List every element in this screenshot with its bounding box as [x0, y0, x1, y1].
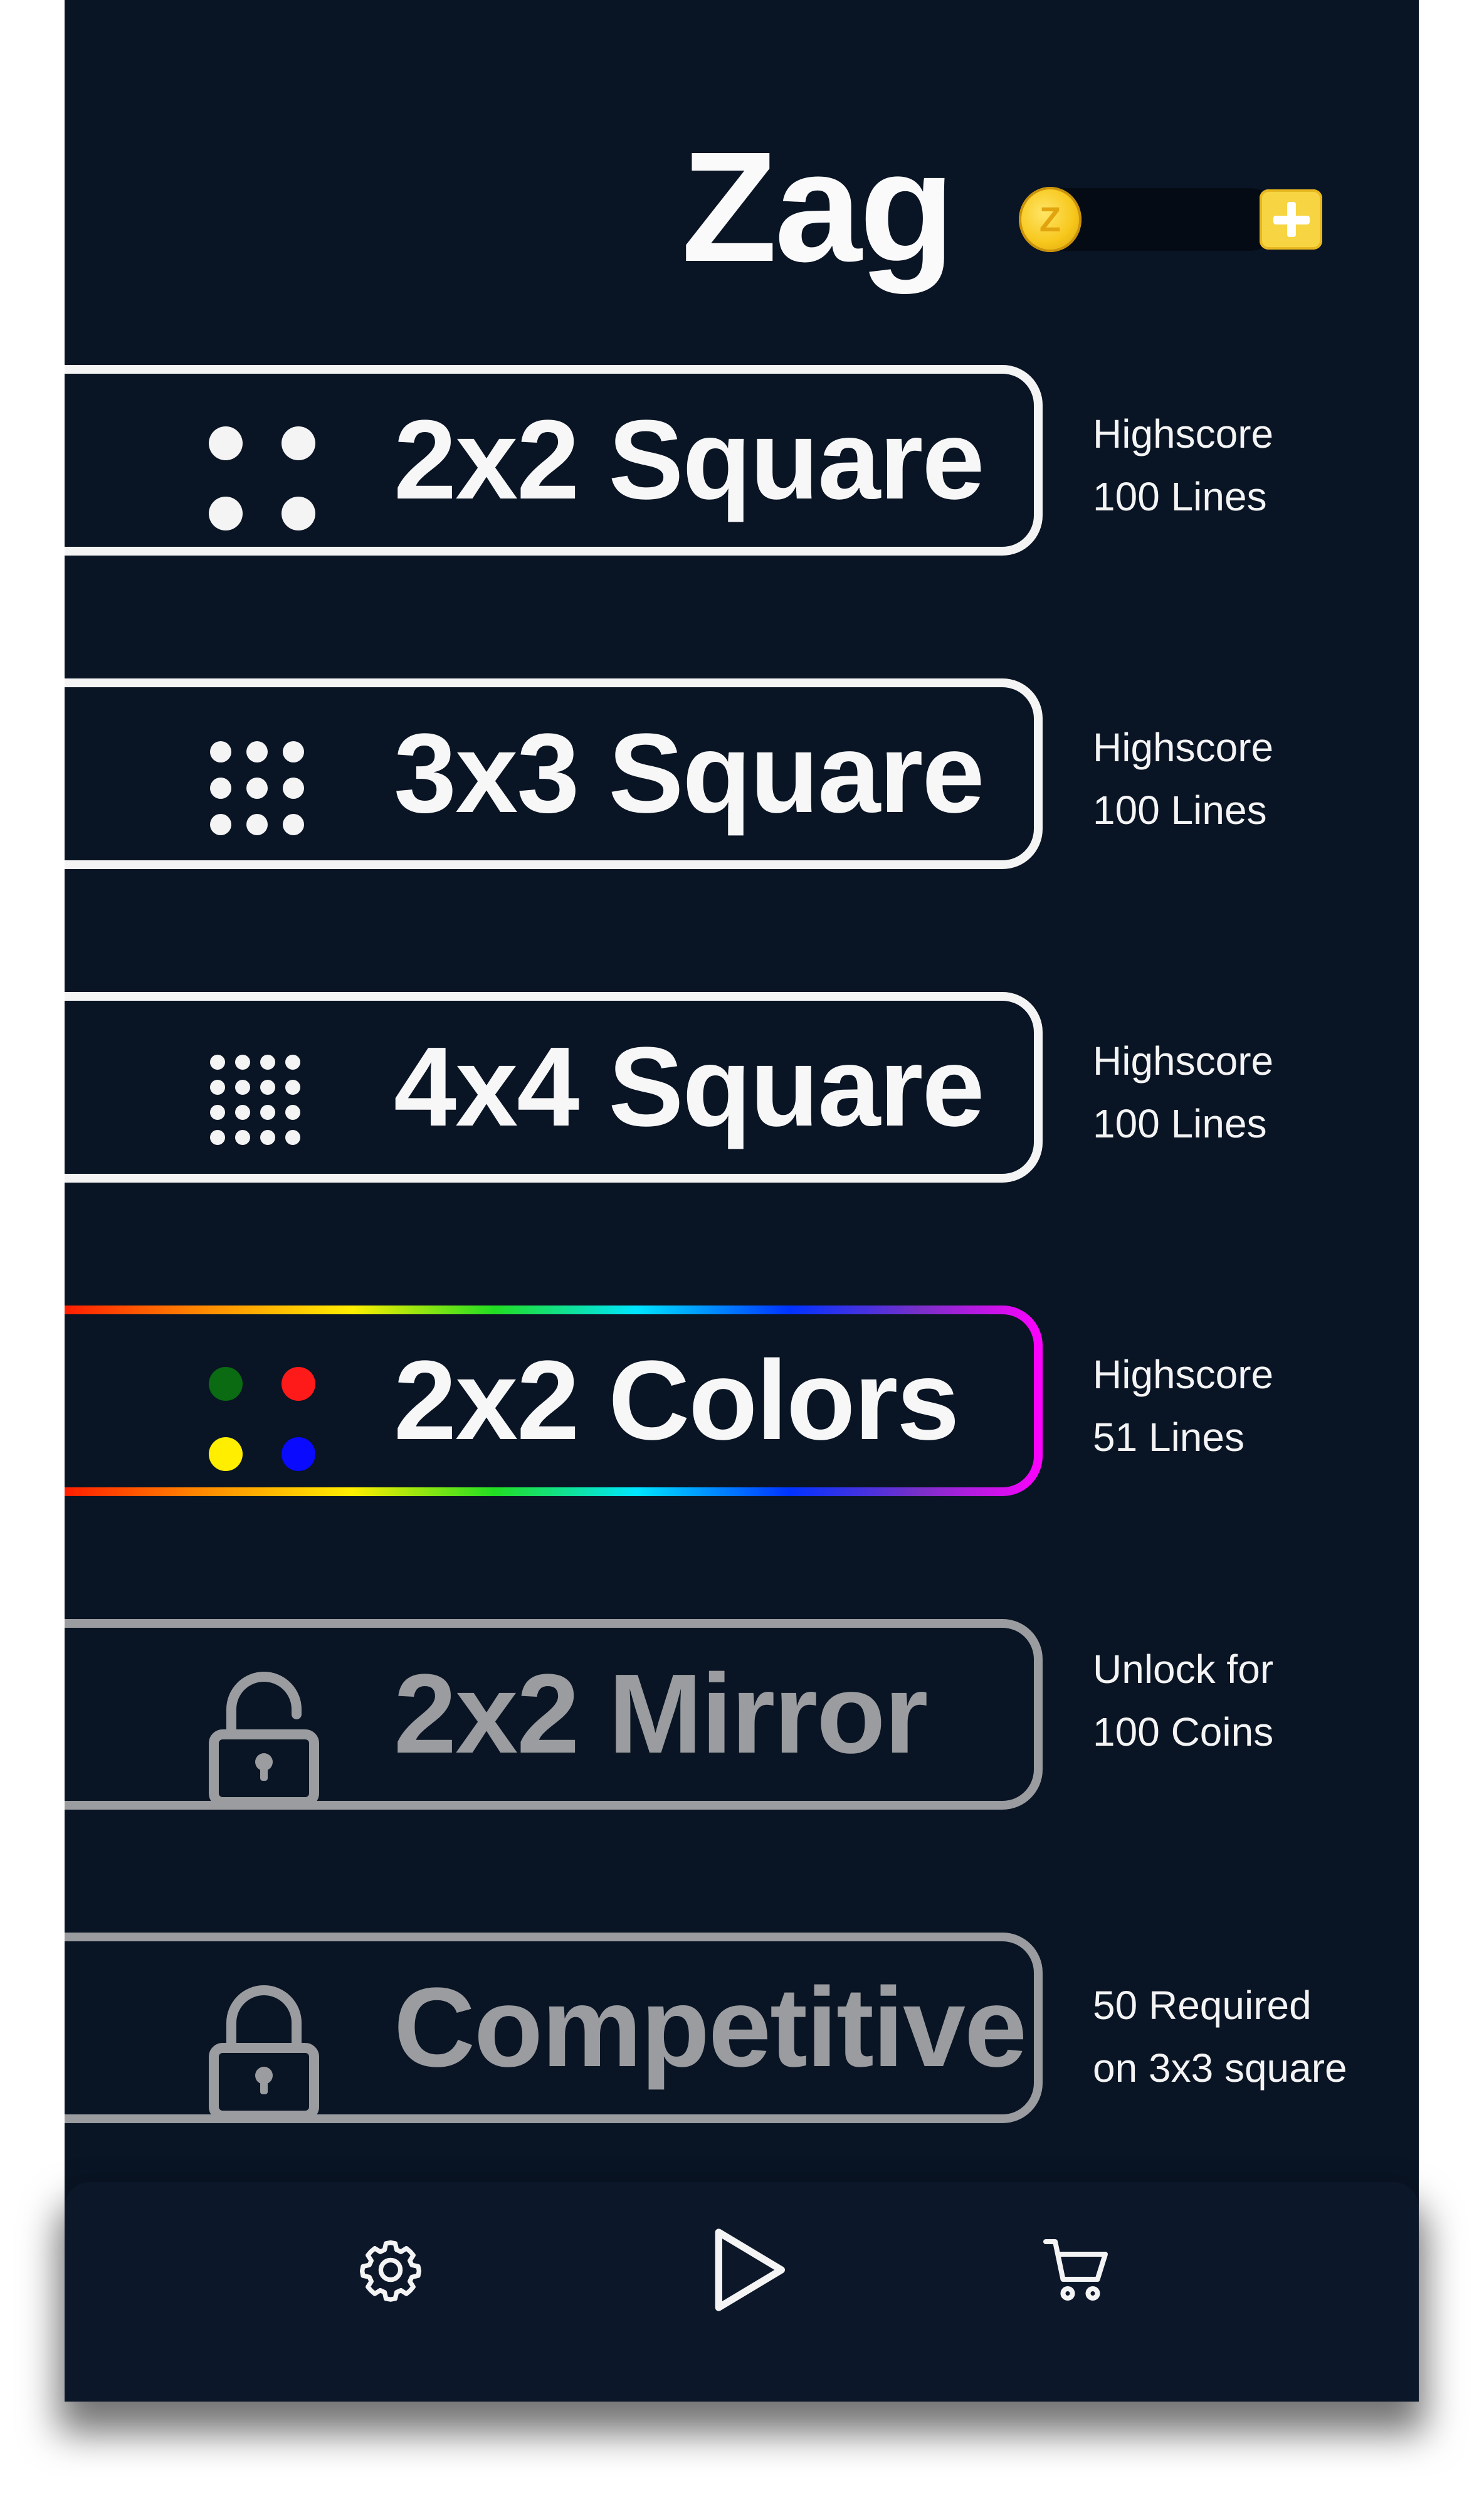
dot [260, 1055, 275, 1070]
dot [210, 1130, 225, 1145]
dot [283, 814, 304, 835]
dot [246, 778, 268, 799]
dot [235, 1105, 250, 1120]
dot [260, 1105, 275, 1120]
dot [210, 1105, 225, 1120]
dot [282, 497, 315, 530]
mode-status-2x2-colors: Highscore 51 Lines [1093, 1343, 1419, 1469]
mode-status-2x2-square: Highscore 100 Lines [1093, 403, 1419, 528]
mode-button-2x2-square[interactable]: 2x2 Square [65, 365, 1043, 556]
dot [282, 426, 315, 460]
status-line: Highscore [1093, 1352, 1274, 1397]
mode-button-competitive[interactable]: Competitive [65, 1933, 1043, 2123]
status-line: Highscore [1093, 725, 1274, 770]
status-line: Highscore [1093, 1038, 1274, 1084]
mode-label: 2x2 Colors [394, 1337, 959, 1464]
dot [235, 1080, 250, 1095]
mode-button-2x2-mirror[interactable]: 2x2 Mirror [65, 1619, 1043, 1810]
green-dot [209, 1367, 243, 1401]
dot [210, 814, 231, 835]
dot [285, 1080, 300, 1095]
status-line: Highscore [1093, 411, 1274, 456]
coin-symbol: Z [1039, 199, 1061, 239]
mode-status-competitive: 50 Required on 3x3 square [1093, 1974, 1419, 2099]
mode-label: 3x3 Square [394, 710, 985, 836]
blue-dot [282, 1437, 315, 1471]
dot [209, 426, 243, 460]
dot [210, 741, 231, 762]
status-line: 50 Required [1093, 1983, 1312, 2028]
dot [260, 1130, 275, 1145]
game-screen: Zag Z 2x2 Square Highscore 100 Lines 3x3… [65, 0, 1419, 2402]
mode-label: 2x2 Mirror [394, 1651, 928, 1777]
status-line: on 3x3 square [1093, 2045, 1347, 2091]
dot [283, 778, 304, 799]
dot [283, 741, 304, 762]
mode-label: 2x2 Square [394, 397, 985, 523]
mode-button-3x3-square[interactable]: 3x3 Square [65, 678, 1043, 869]
gear-icon[interactable] [356, 2235, 425, 2304]
dot [235, 1130, 250, 1145]
mode-status-2x2-mirror: Unlock for 100 Coins [1093, 1638, 1419, 1763]
dot [285, 1130, 300, 1145]
dot [285, 1055, 300, 1070]
dot [260, 1080, 275, 1095]
mode-button-2x2-colors[interactable]: 2x2 Colors [65, 1306, 1043, 1496]
status-line: 51 Lines [1093, 1415, 1245, 1460]
dot [209, 497, 243, 530]
add-coins-button[interactable] [1260, 189, 1322, 250]
dot [285, 1105, 300, 1120]
status-line: 100 Lines [1093, 788, 1267, 833]
dot [210, 1055, 225, 1070]
app-title: Zag [681, 119, 955, 294]
mode-label: Competitive [394, 1965, 1027, 2091]
status-line: Unlock for [1093, 1647, 1274, 1692]
status-line: 100 Lines [1093, 474, 1267, 519]
mode-status-3x3-square: Highscore 100 Lines [1093, 716, 1419, 841]
red-dot [282, 1367, 315, 1401]
coin-count [1093, 188, 1243, 251]
dot [210, 1080, 225, 1095]
unlocked-padlock-icon [209, 1672, 319, 1807]
coin-icon: Z [1019, 187, 1081, 252]
mode-label: 4x4 Square [394, 1024, 985, 1150]
status-line: 100 Coins [1093, 1709, 1274, 1754]
dot [246, 741, 268, 762]
cart-icon[interactable] [1039, 2232, 1115, 2308]
mode-status-4x4-square: Highscore 100 Lines [1093, 1030, 1419, 1155]
dot [235, 1055, 250, 1070]
yellow-dot [209, 1437, 243, 1471]
dot [210, 778, 231, 799]
bottom-nav-bar [65, 2182, 1419, 2402]
play-icon[interactable] [698, 2220, 798, 2320]
status-line: 100 Lines [1093, 1101, 1267, 1146]
dot [246, 814, 268, 835]
padlock-icon [209, 1985, 319, 2121]
mode-button-4x4-square[interactable]: 4x4 Square [65, 992, 1043, 1183]
